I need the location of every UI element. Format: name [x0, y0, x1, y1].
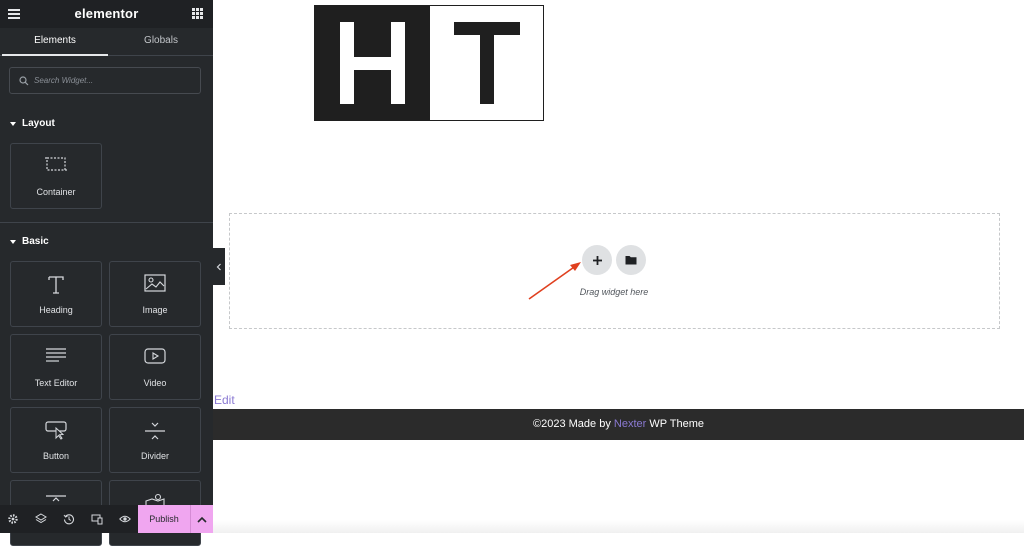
- editor-sidebar: elementor Elements Globals Layout Contai…: [0, 0, 213, 546]
- widget-image[interactable]: Image: [109, 261, 201, 327]
- footer-text: ©2023 Made by: [533, 418, 614, 430]
- divider-icon: [145, 422, 165, 440]
- widget-label: Button: [42, 451, 70, 461]
- empty-section-dropzone[interactable]: [229, 213, 1000, 329]
- text-editor-icon: [46, 348, 66, 362]
- widget-label: Container: [36, 187, 76, 197]
- canvas-bottom-edge: [213, 520, 1024, 533]
- site-footer: ©2023 Made by Nexter WP Theme: [213, 409, 1024, 440]
- logo-t-block: [430, 6, 543, 120]
- divider: [0, 222, 213, 223]
- history-icon[interactable]: [63, 513, 75, 525]
- collapse-sidebar-button[interactable]: [213, 248, 225, 285]
- caret-down-icon: [10, 121, 16, 126]
- plus-icon: [592, 255, 602, 265]
- responsive-icon[interactable]: [91, 513, 103, 525]
- annotation-arrow: [528, 262, 581, 300]
- widget-label: Video: [143, 378, 167, 388]
- tab-elements[interactable]: Elements: [2, 28, 108, 56]
- category-label: Basic: [22, 236, 49, 247]
- tab-globals[interactable]: Globals: [108, 28, 214, 56]
- widget-label: Image: [142, 305, 168, 315]
- edit-link[interactable]: Edit: [214, 393, 235, 407]
- widget-text-editor[interactable]: Text Editor: [10, 334, 102, 400]
- image-icon: [144, 274, 166, 292]
- container-icon: [45, 157, 67, 171]
- apps-grid-icon[interactable]: [192, 8, 203, 19]
- category-label: Layout: [22, 118, 55, 129]
- category-basic[interactable]: Basic: [10, 236, 49, 247]
- add-template-button[interactable]: [616, 245, 646, 275]
- sidebar-footer: Publish: [0, 505, 213, 533]
- video-icon: [144, 348, 166, 364]
- preview-icon[interactable]: [119, 513, 131, 525]
- logo-h-block: [315, 6, 430, 120]
- app-title: elementor: [74, 6, 139, 21]
- widget-container[interactable]: Container: [10, 143, 102, 209]
- search-icon: [19, 75, 29, 85]
- publish-options-button[interactable]: [190, 505, 213, 533]
- search-widget-box: [9, 67, 201, 94]
- panel-tabs: Elements Globals: [0, 28, 213, 56]
- sidebar-header: elementor: [0, 0, 213, 28]
- chevron-left-icon: [216, 263, 221, 270]
- folder-icon: [625, 256, 637, 265]
- widget-heading[interactable]: Heading: [10, 261, 102, 327]
- heading-icon: [48, 276, 64, 294]
- widget-video[interactable]: Video: [109, 334, 201, 400]
- site-logo[interactable]: [314, 5, 544, 121]
- search-input[interactable]: [34, 76, 194, 85]
- category-layout[interactable]: Layout: [10, 118, 55, 129]
- chevron-up-icon: [197, 516, 207, 523]
- widget-button[interactable]: Button: [10, 407, 102, 473]
- footer-nexter-link[interactable]: Nexter: [614, 418, 646, 430]
- widget-divider[interactable]: Divider: [109, 407, 201, 473]
- widget-label: Text Editor: [34, 378, 78, 388]
- caret-down-icon: [10, 239, 16, 244]
- footer-text-suffix: WP Theme: [646, 418, 704, 430]
- widget-label: Heading: [39, 305, 73, 315]
- publish-button[interactable]: Publish: [138, 505, 190, 533]
- button-icon: [45, 421, 67, 440]
- settings-icon[interactable]: [7, 513, 19, 525]
- layers-icon[interactable]: [35, 513, 47, 525]
- widget-label: Divider: [140, 451, 169, 461]
